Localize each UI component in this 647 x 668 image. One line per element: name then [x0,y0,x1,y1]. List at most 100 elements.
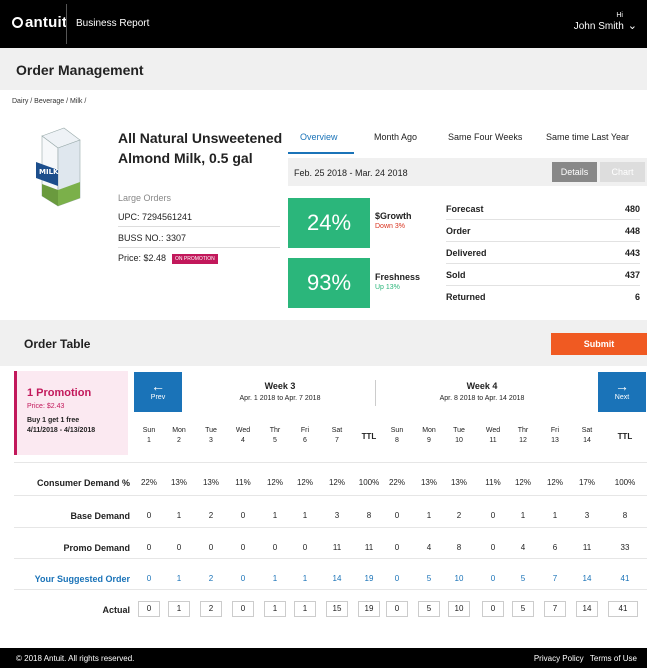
promotion-price: Price: $2.43 [27,403,65,410]
actual-input[interactable]: 19 [358,601,380,617]
table-cell[interactable]: 1 [260,574,290,583]
actual-input[interactable]: 5 [512,601,534,617]
actual-input[interactable]: 0 [138,601,160,617]
row-divider [14,527,647,528]
stat-value: 6 [634,292,640,302]
stat-row: Delivered 443 [446,242,640,264]
tab-same-four-weeks[interactable]: Same Four Weeks [448,132,522,142]
day-name: Thr [269,427,281,434]
chart-button[interactable]: Chart [600,162,645,182]
actual-input[interactable]: 5 [418,601,440,617]
chevron-down-icon[interactable]: ⌄ [628,19,637,32]
table-cell[interactable]: 14 [572,574,602,583]
stat-row: Returned 6 [446,286,640,308]
table-cell[interactable]: 7 [540,574,570,583]
day-name: Tue [205,427,217,434]
day-name: Sun [390,427,404,434]
day-number: 8 [395,437,399,444]
day-column-header: Thr 12 [508,426,538,446]
submit-button[interactable]: Submit [551,333,647,355]
tab-same-time-last-year[interactable]: Same time Last Year [546,132,629,142]
table-cell[interactable]: 2 [196,574,226,583]
day-column-header: Wed 11 [478,426,508,446]
actual-input[interactable]: 0 [482,601,504,617]
privacy-policy-link[interactable]: Privacy Policy [534,654,584,663]
actual-input[interactable]: 41 [608,601,638,617]
tab-overview[interactable]: Overview [300,132,338,142]
table-cell[interactable]: 5 [414,574,444,583]
terms-of-use-link[interactable]: Terms of Use [590,654,637,663]
day-name: Sun [142,427,156,434]
table-cell: 33 [620,543,630,552]
breadcrumb[interactable]: Dairy / Beverage / Milk / [12,98,86,105]
table-cell: 8 [622,511,628,520]
upc-value: UPC: 7294561241 [118,212,193,222]
day-name: TTL [617,432,633,441]
user-menu[interactable]: Hi John Smith ⌄ [574,12,637,32]
table-cell: 2 [208,511,214,520]
table-cell: 8 [456,543,462,552]
row-label: Your Suggested Order [34,574,130,584]
growth-label: $Growth [375,211,412,221]
actual-input[interactable]: 0 [232,601,254,617]
table-cell: 12% [514,478,531,487]
page-header: Order Management [0,48,647,90]
stat-value: 437 [624,270,640,280]
table-cell: 0 [490,511,496,520]
table-cell: 13% [450,478,467,487]
row-divider [14,589,647,590]
actual-input[interactable]: 14 [576,601,598,617]
actual-input[interactable]: 7 [544,601,566,617]
row-label: Base Demand [70,511,130,521]
stat-row: Sold 437 [446,264,640,286]
table-cell[interactable]: 5 [508,574,538,583]
actual-input[interactable]: 10 [448,601,470,617]
actual-input[interactable]: 1 [168,601,190,617]
table-cell: 11 [582,543,592,552]
actual-input[interactable]: 2 [200,601,222,617]
day-column-header: Sun 8 [382,426,412,446]
table-cell[interactable]: 14 [322,574,352,583]
total-column-header: TTL [610,432,640,442]
promotion-badge: ON PROMOTION [172,253,218,264]
table-cell[interactable]: 0 [382,574,412,583]
table-cell: 1 [302,511,308,520]
day-column-header: Fri 6 [290,426,320,446]
details-button[interactable]: Details [552,162,597,182]
table-cell[interactable]: 1 [290,574,320,583]
date-range-bar: Feb. 25 2018 - Mar. 24 2018 Details Char… [288,158,647,186]
stat-value: 448 [624,226,640,236]
prev-week-button[interactable]: ← Prev [134,372,182,412]
table-cell[interactable]: 0 [228,574,258,583]
actual-input[interactable]: 1 [294,601,316,617]
table-cell: 12% [546,478,563,487]
table-cell: 11 [364,543,374,552]
promotion-card[interactable]: 1 Promotion Price: $2.43 Buy 1 get 1 fre… [14,371,128,455]
day-column-header: Tue 10 [444,426,474,446]
table-cell[interactable]: 1 [164,574,194,583]
table-cell: 0 [240,543,246,552]
tab-month-ago[interactable]: Month Ago [374,132,417,142]
next-week-button[interactable]: → Next [598,372,646,412]
table-cell[interactable]: 41 [610,574,640,583]
antuit-logo[interactable]: antuit [12,14,67,31]
user-greeting: Hi [616,12,623,19]
table-cell[interactable]: 0 [478,574,508,583]
table-cell[interactable]: 19 [354,574,384,583]
day-number: 14 [583,437,591,444]
day-name: TTL [361,432,377,441]
day-number: 5 [273,437,277,444]
table-cell: 0 [394,543,400,552]
growth-metric: 24% [288,198,370,248]
table-cell: 2 [456,511,462,520]
actual-input[interactable]: 1 [264,601,286,617]
table-cell: 6 [552,543,558,552]
table-cell: 0 [146,511,152,520]
prev-label: Prev [150,394,166,401]
actual-input[interactable]: 15 [326,601,348,617]
table-cell[interactable]: 0 [134,574,164,583]
table-cell[interactable]: 10 [444,574,474,583]
table-cell: 4 [520,543,526,552]
actual-input[interactable]: 0 [386,601,408,617]
day-column-header: Sat 14 [572,426,602,446]
